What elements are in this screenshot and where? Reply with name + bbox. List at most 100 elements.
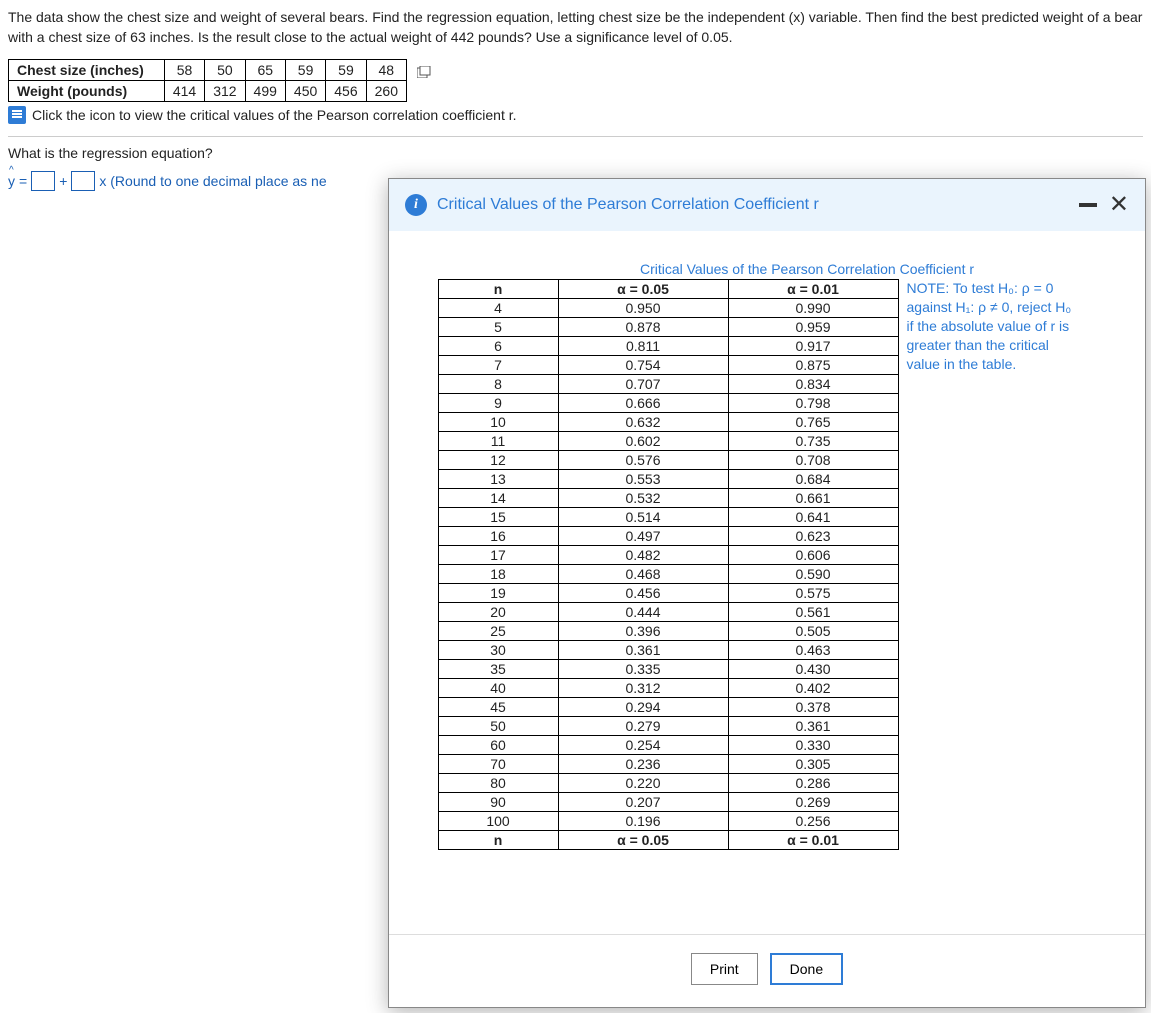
cell-a01: 0.505: [728, 622, 898, 641]
table-row: 150.5140.641: [438, 508, 898, 527]
table-row: 1000.1960.256: [438, 812, 898, 831]
cell-a01: 0.708: [728, 451, 898, 470]
table-row: 90.6660.798: [438, 394, 898, 413]
cell-a01: 0.402: [728, 679, 898, 698]
table-row: 60.8110.917: [438, 337, 898, 356]
cell-a01: 0.305: [728, 755, 898, 774]
cell-n: 4: [438, 299, 558, 318]
cell-a01: 0.735: [728, 432, 898, 451]
cell-a01: 0.765: [728, 413, 898, 432]
cell-n: 13: [438, 470, 558, 489]
cell-n: 20: [438, 603, 558, 622]
table-row: 180.4680.590: [438, 565, 898, 584]
cell-n: 15: [438, 508, 558, 527]
cell-a01: 0.990: [728, 299, 898, 318]
minimize-button[interactable]: [1079, 203, 1097, 207]
cell-a05: 0.335: [558, 660, 728, 679]
weight-4: 456: [326, 81, 366, 102]
cell-a05: 0.468: [558, 565, 728, 584]
cell-n: 17: [438, 546, 558, 565]
table-row: 700.2360.305: [438, 755, 898, 774]
cell-n: 25: [438, 622, 558, 641]
chest-3: 59: [285, 60, 325, 81]
cell-a05: 0.602: [558, 432, 728, 451]
table-row: 160.4970.623: [438, 527, 898, 546]
critical-values-link[interactable]: Click the icon to view the critical valu…: [32, 107, 517, 123]
weight-0: 414: [164, 81, 204, 102]
table-row: 300.3610.463: [438, 641, 898, 660]
dialog-title: Critical Values of the Pearson Correlati…: [437, 196, 1069, 214]
cell-a01: 0.575: [728, 584, 898, 603]
cell-a05: 0.532: [558, 489, 728, 508]
cell-n: 7: [438, 356, 558, 375]
cell-a01: 0.430: [728, 660, 898, 679]
cell-a05: 0.207: [558, 793, 728, 812]
cell-n: 100: [438, 812, 558, 831]
cell-a01: 0.561: [728, 603, 898, 622]
cell-a05: 0.236: [558, 755, 728, 774]
copy-icon[interactable]: [417, 65, 431, 77]
cell-n: 12: [438, 451, 558, 470]
dialog-header: i Critical Values of the Pearson Correla…: [389, 179, 1145, 231]
chest-0: 58: [164, 60, 204, 81]
weight-2: 499: [245, 81, 285, 102]
cell-n: 9: [438, 394, 558, 413]
document-icon[interactable]: [8, 106, 26, 124]
cell-a05: 0.312: [558, 679, 728, 698]
table-row: 600.2540.330: [438, 736, 898, 755]
cell-a05: 0.878: [558, 318, 728, 337]
equals-sign: =: [19, 173, 27, 189]
footer-a01: α = 0.01: [728, 831, 898, 850]
cell-a01: 0.623: [728, 527, 898, 546]
table-row: 130.5530.684: [438, 470, 898, 489]
x-suffix-text: x (Round to one decimal place as ne: [99, 173, 326, 189]
close-button[interactable]: ✕: [1109, 193, 1129, 217]
data-table: Chest size (inches) 58 50 65 59 59 48 We…: [8, 59, 440, 102]
cell-a05: 0.456: [558, 584, 728, 603]
cell-n: 70: [438, 755, 558, 774]
print-button[interactable]: Print: [691, 953, 758, 985]
cell-a01: 0.606: [728, 546, 898, 565]
chest-1: 50: [205, 60, 245, 81]
note-text: NOTE: To test H₀: ρ = 0 against H₁: ρ ≠ …: [907, 279, 1097, 373]
cell-a05: 0.220: [558, 774, 728, 793]
slope-input[interactable]: [71, 171, 95, 191]
cell-a01: 0.959: [728, 318, 898, 337]
chest-4: 59: [326, 60, 366, 81]
cell-a05: 0.950: [558, 299, 728, 318]
cell-a01: 0.463: [728, 641, 898, 660]
cell-n: 18: [438, 565, 558, 584]
cell-a05: 0.514: [558, 508, 728, 527]
cell-a05: 0.279: [558, 717, 728, 736]
table-row: 40.9500.990: [438, 299, 898, 318]
weight-1: 312: [205, 81, 245, 102]
table-row: 80.7070.834: [438, 375, 898, 394]
cell-n: 11: [438, 432, 558, 451]
cell-a01: 0.917: [728, 337, 898, 356]
table-row: 50.8780.959: [438, 318, 898, 337]
cell-n: 60: [438, 736, 558, 755]
cell-a05: 0.754: [558, 356, 728, 375]
intercept-input[interactable]: [31, 171, 55, 191]
cell-a05: 0.361: [558, 641, 728, 660]
table-row: 350.3350.430: [438, 660, 898, 679]
row-header-chest: Chest size (inches): [9, 60, 165, 81]
cell-n: 16: [438, 527, 558, 546]
cell-a05: 0.196: [558, 812, 728, 831]
footer-a05: α = 0.05: [558, 831, 728, 850]
done-button[interactable]: Done: [770, 953, 843, 985]
critical-values-table: n α = 0.05 α = 0.01 40.9500.99050.8780.9…: [438, 279, 899, 850]
cell-n: 45: [438, 698, 558, 717]
cell-a05: 0.294: [558, 698, 728, 717]
table-row: 900.2070.269: [438, 793, 898, 812]
cell-n: 5: [438, 318, 558, 337]
table-row: 250.3960.505: [438, 622, 898, 641]
cell-n: 14: [438, 489, 558, 508]
cell-n: 30: [438, 641, 558, 660]
cell-a01: 0.378: [728, 698, 898, 717]
table-title: Critical Values of the Pearson Correlati…: [509, 261, 1105, 277]
cell-a01: 0.590: [728, 565, 898, 584]
cell-a01: 0.641: [728, 508, 898, 527]
table-row: 500.2790.361: [438, 717, 898, 736]
table-row: 450.2940.378: [438, 698, 898, 717]
